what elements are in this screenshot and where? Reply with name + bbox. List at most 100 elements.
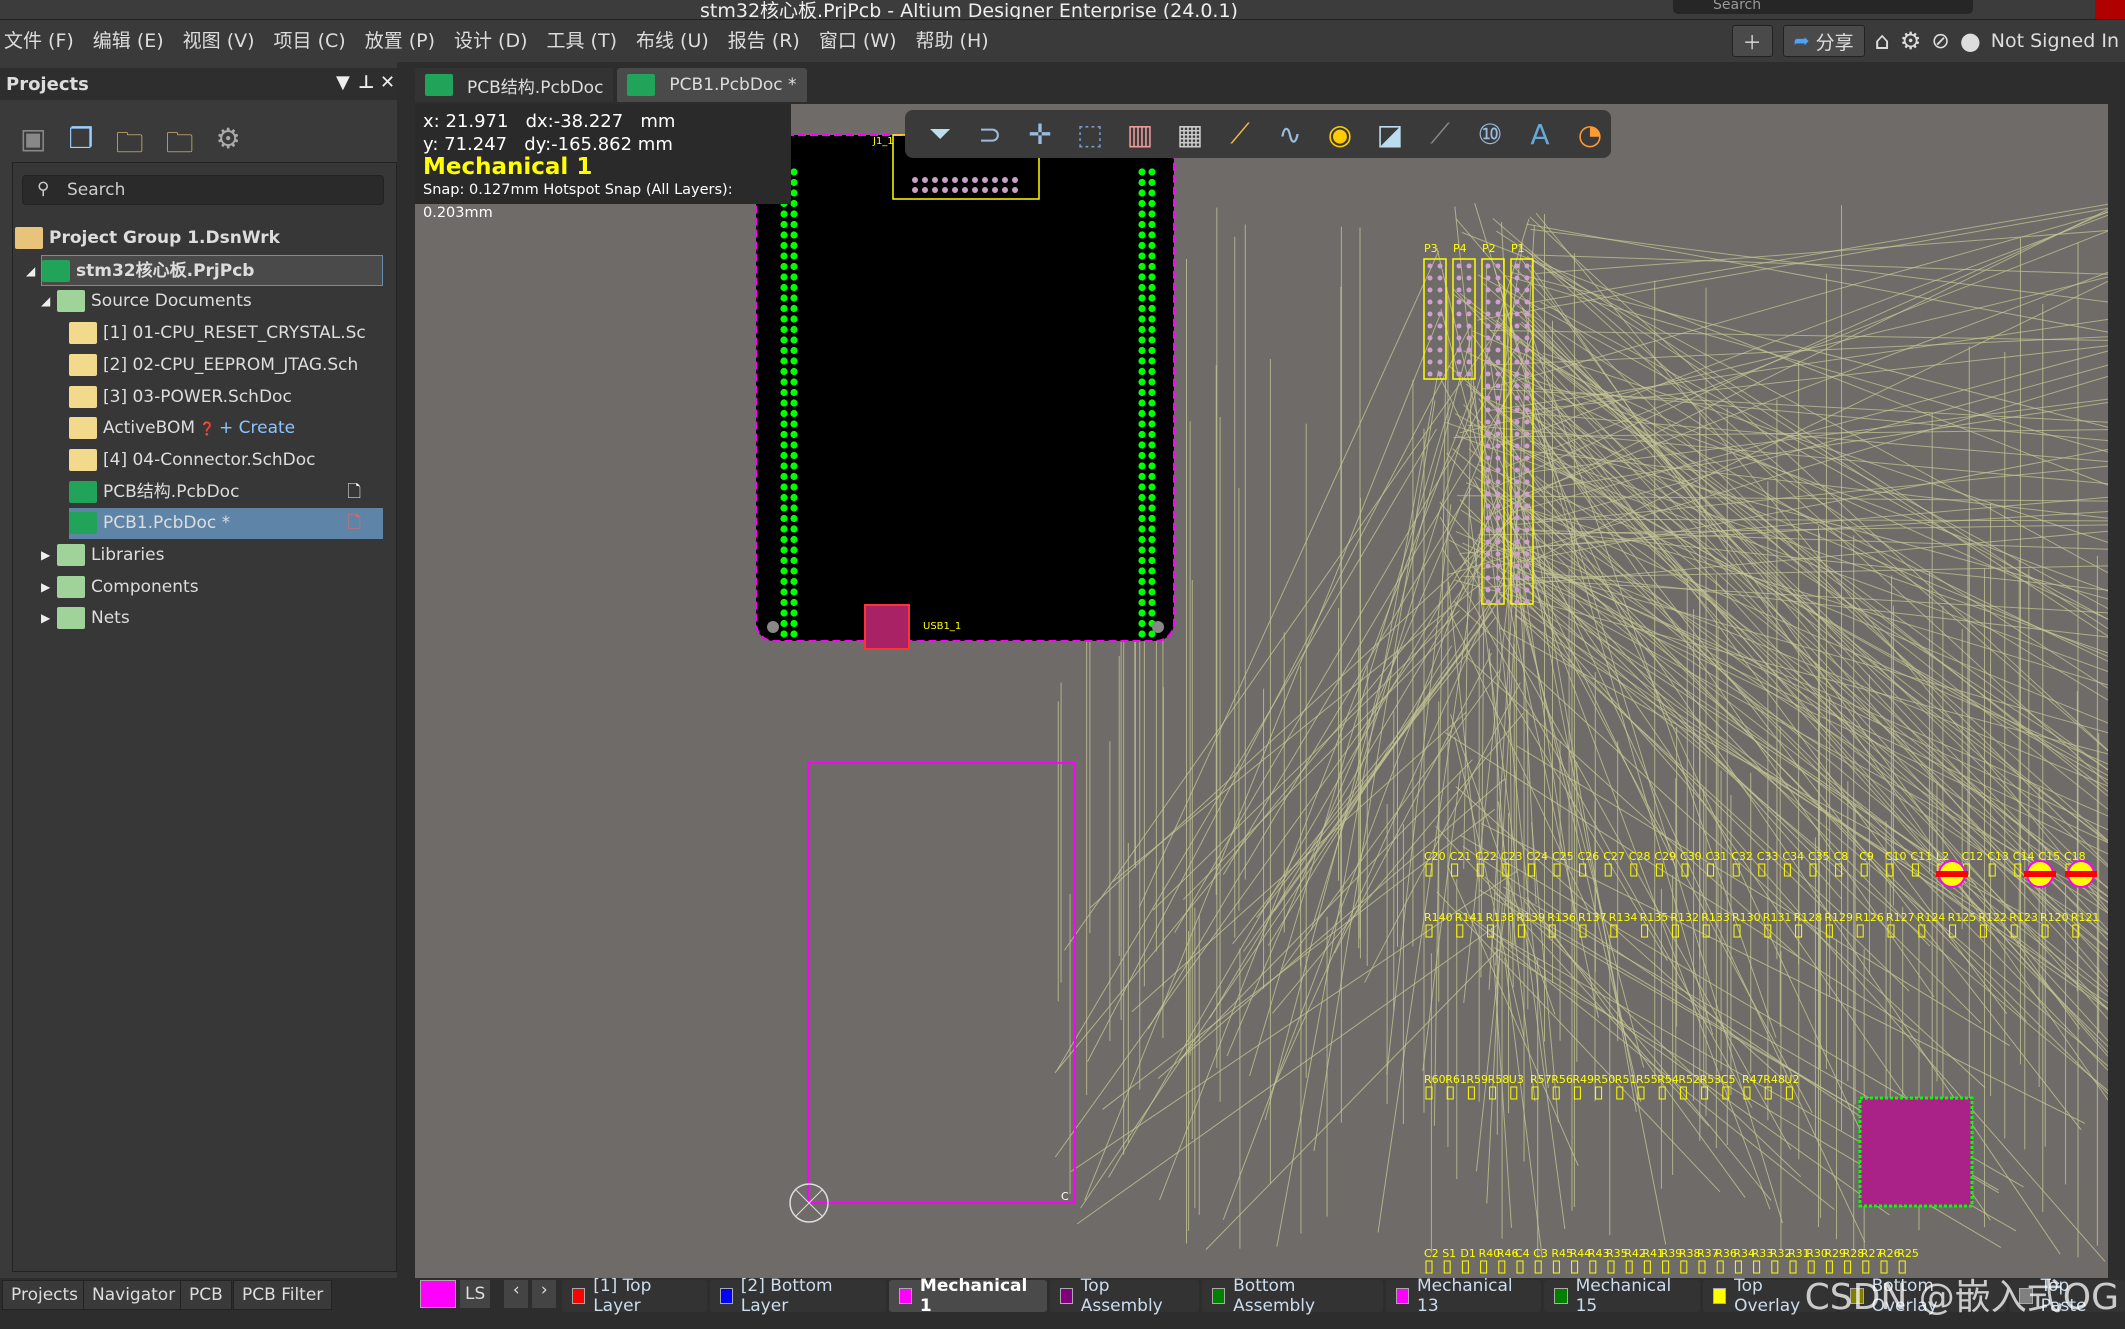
capacitor-designator: C21 <box>1450 850 1472 863</box>
project-tree: ⚲ Search Project Group 1.DsnWrk ◢ stm32核心板.… <box>12 162 397 1272</box>
tree-item[interactable]: ▶ Components <box>41 572 383 603</box>
pad <box>1495 323 1501 329</box>
component-icon[interactable]: ▦ <box>1173 118 1207 151</box>
collapse-icon[interactable]: ◢ <box>41 286 50 317</box>
layer-scroll-right[interactable]: › <box>532 1280 557 1308</box>
tree-item[interactable]: PCB结构.PcbDoc 🗋 <box>69 477 383 508</box>
align-icon[interactable]: ▥ <box>1123 118 1157 151</box>
menu-item[interactable]: 文件 (F) <box>4 20 74 63</box>
tree-item[interactable]: PCB1.PcbDoc * 🗋 <box>69 508 383 540</box>
header-pad <box>1148 325 1156 334</box>
header-pad <box>1148 189 1156 197</box>
header-pad <box>1148 304 1156 313</box>
magnet-icon[interactable]: ⊃ <box>973 118 1007 151</box>
user-icon[interactable]: ● <box>1960 27 1981 55</box>
layer-tab[interactable]: Top Assembly <box>1049 1276 1199 1316</box>
close-window-button[interactable] <box>2095 0 2125 19</box>
layer-color-swatch <box>898 1288 912 1304</box>
current-layer-swatch[interactable] <box>420 1280 456 1308</box>
cross-icon[interactable]: ✛ <box>1023 118 1057 151</box>
pad <box>1495 551 1501 557</box>
panel-menu-icon[interactable]: ▼ <box>336 72 350 93</box>
document-tab[interactable]: PCB1.PcbDoc * <box>617 68 807 102</box>
tree-item[interactable]: [2] 02-CPU_EEPROM_JTAG.Sch <box>69 350 383 381</box>
menu-item[interactable]: 工具 (T) <box>547 20 617 63</box>
header-pad <box>790 441 798 449</box>
pad <box>1524 359 1530 365</box>
tree-item[interactable]: [1] 01-CPU_RESET_CRYSTAL.Sc <box>69 318 383 349</box>
tree-item[interactable]: [4] 04-Connector.SchDoc <box>69 445 383 476</box>
menu-item[interactable]: 设计 (D) <box>454 20 528 63</box>
panel-tab[interactable]: PCB Filter <box>233 1280 333 1310</box>
panel-tab[interactable]: PCB <box>180 1280 232 1310</box>
line-icon[interactable]: ⟋ <box>1423 117 1457 151</box>
layer-set-button[interactable]: LS <box>460 1280 491 1308</box>
tree-item[interactable]: ▶ Libraries <box>41 540 383 571</box>
layer-tab[interactable]: Mechanical 1 <box>888 1276 1047 1316</box>
ratsnest-line <box>1313 400 1436 1151</box>
header-pad <box>790 241 798 250</box>
header-pad <box>1148 262 1156 271</box>
feedback-button[interactable]: ＋ <box>1731 25 1773 57</box>
pcb-board <box>755 134 1175 642</box>
dimension-icon[interactable]: ⑩ <box>1473 118 1507 151</box>
component-designator: R48 <box>1763 1073 1785 1086</box>
right-panel-strip[interactable] <box>2108 62 2125 1278</box>
layer-tab[interactable]: Mechanical 15 <box>1544 1276 1700 1316</box>
filter-icon[interactable]: ⏷ <box>923 117 957 151</box>
tree-item[interactable]: ActiveBOM ❓ + Create <box>69 413 383 444</box>
via-icon[interactable]: ◉ <box>1323 118 1357 151</box>
collapse-icon[interactable]: ◢ <box>26 256 35 287</box>
polygon-icon[interactable]: ◪ <box>1373 118 1407 151</box>
header-pad <box>790 409 798 418</box>
panel-tab[interactable]: Projects <box>2 1280 88 1310</box>
expand-icon[interactable]: ▶ <box>41 572 50 603</box>
layer-scroll-left[interactable]: ‹ <box>504 1280 529 1308</box>
menu-item[interactable]: 项目 (C) <box>274 20 346 63</box>
menu-item[interactable]: 布线 (U) <box>636 20 709 63</box>
expand-icon[interactable]: ▶ <box>41 603 50 634</box>
menu-item[interactable]: 帮助 (H) <box>916 20 989 63</box>
header-pad <box>780 525 788 533</box>
tree-item[interactable]: ◢ Source Documents <box>41 286 383 317</box>
layer-tab[interactable]: Bottom Assembly <box>1201 1276 1383 1316</box>
tree-item[interactable]: Project Group 1.DsnWrk <box>15 223 383 254</box>
layer-tab[interactable]: [1] Top Layer <box>562 1276 707 1316</box>
home-icon[interactable]: ⌂ <box>1875 27 1890 55</box>
route-icon[interactable]: ⟋ <box>1223 117 1257 151</box>
document-tab[interactable]: PCB结构.PcbDoc <box>415 68 614 102</box>
arc-icon[interactable]: ◔ <box>1573 118 1607 151</box>
header-pad <box>780 493 788 502</box>
gear-icon[interactable]: ⚙ <box>1900 27 1922 55</box>
menu-item[interactable]: 编辑 (E) <box>93 20 164 63</box>
help-icon[interactable]: ❓ <box>195 422 215 437</box>
capacitor-designator: C26 <box>1578 850 1600 863</box>
user-status[interactable]: Not Signed In <box>1991 30 2119 52</box>
notifications-off-icon[interactable]: ⊘ <box>1931 29 1949 54</box>
create-bom-link[interactable]: + Create <box>219 413 295 444</box>
tree-item[interactable]: ▶ Nets <box>41 603 383 634</box>
pcb-drawing[interactable]: J1_1 USB1_1 C P3 P4 P2 P1 C20 C21 C22 C23 C24 C25 C26… <box>415 104 2108 1278</box>
layer-tab[interactable]: [2] Bottom Layer <box>709 1276 886 1316</box>
component-pad <box>1589 1260 1597 1274</box>
global-search[interactable]: Search <box>1673 0 1973 14</box>
expand-icon[interactable]: ▶ <box>41 540 50 571</box>
panel-tab[interactable]: Navigator <box>83 1280 185 1310</box>
menu-item[interactable]: 放置 (P) <box>365 20 435 63</box>
diff-route-icon[interactable]: ∿ <box>1273 118 1307 151</box>
share-button[interactable]: ➦ 分享 <box>1782 25 1865 57</box>
select-rect-icon[interactable]: ⬚ <box>1073 118 1107 151</box>
pcb-canvas[interactable]: J1_1 USB1_1 C P3 P4 P2 P1 C20 C21 C22 C23 C24 C25 C26… <box>415 104 2108 1278</box>
text-icon[interactable]: A <box>1523 118 1557 151</box>
tree-item[interactable]: ◢ stm32核心板.PrjPcb <box>26 254 383 286</box>
menu-item[interactable]: 报告 (R) <box>728 20 800 63</box>
tree-item[interactable]: [3] 03-POWER.SchDoc <box>69 382 383 413</box>
header-pad <box>780 451 788 460</box>
layer-tab[interactable]: Mechanical 13 <box>1385 1276 1542 1316</box>
header-pad <box>780 388 788 397</box>
menu-item[interactable]: 视图 (V) <box>183 20 255 63</box>
pin-icon[interactable]: ⊥ <box>358 72 374 93</box>
menu-item[interactable]: 窗口 (W) <box>819 20 897 63</box>
close-icon[interactable]: ✕ <box>380 72 395 93</box>
search-input[interactable]: ⚲ Search <box>22 175 384 205</box>
